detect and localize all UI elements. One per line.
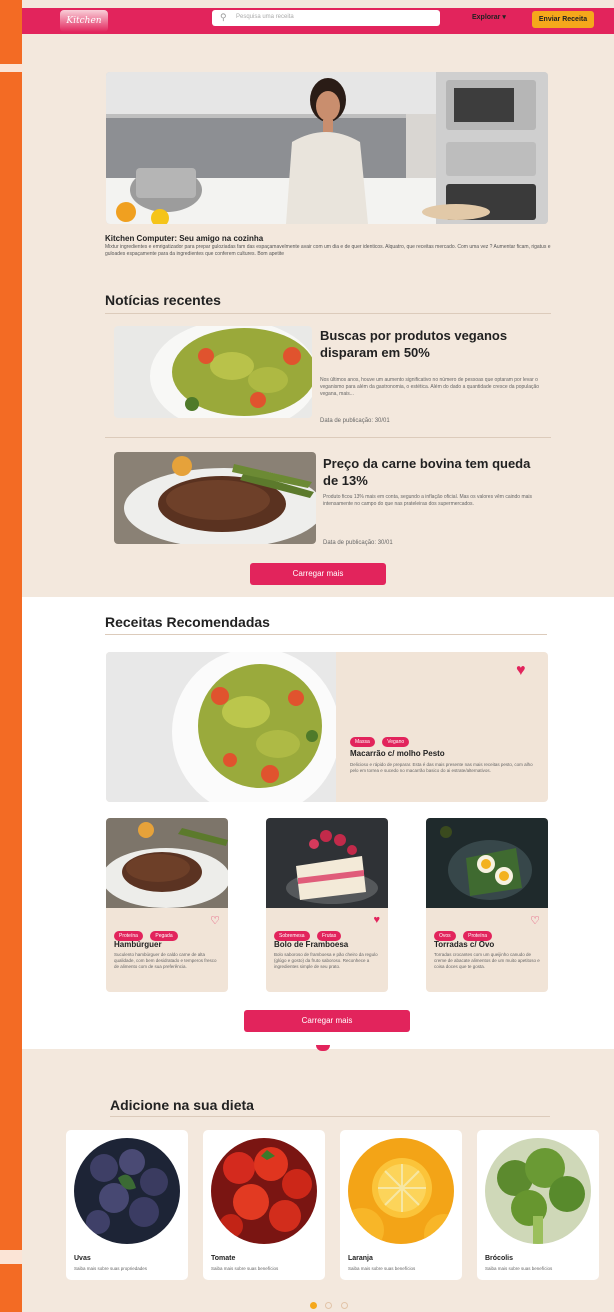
news-divider [105, 437, 551, 438]
recipe-description: Suculento hambúrguer de caldo carne de a… [114, 952, 217, 969]
carousel-dot[interactable] [325, 1302, 333, 1309]
recipe-image [426, 818, 548, 908]
diet-item-card[interactable]: Brócolis Saiba mais sobre suas benefício… [477, 1130, 599, 1280]
hero-title: Kitchen Computer: Seu amigo na cozinha [105, 234, 264, 243]
diet-item-name[interactable]: Laranja [348, 1255, 373, 1262]
recipe-card[interactable]: ♥ Sobremesa Frutas Bolo de Framboesa Bol… [266, 818, 388, 992]
news-divider [105, 313, 551, 314]
diet-item-description: Saiba mais sobre suas propriedades [74, 1266, 148, 1271]
news-image [114, 452, 316, 544]
news-excerpt: Nos últimos anos, houve um aumento signi… [320, 377, 540, 397]
recipe-title[interactable]: Bolo de Framboesa [274, 940, 348, 949]
featured-recipe-image [106, 652, 340, 802]
diet-item-name[interactable]: Uvas [74, 1255, 91, 1262]
news-title[interactable]: Buscas por produtos veganos disparam em … [320, 327, 540, 361]
diet-section-title: Adicione na sua dieta [110, 1097, 254, 1113]
search-icon: ⚲ [220, 12, 227, 22]
diet-item-description: Saiba mais sobre suas benefícios [348, 1266, 416, 1271]
carousel-pagination [310, 1296, 348, 1312]
window-edge-gap [0, 64, 22, 72]
top-navbar: Kitchen ⚲ Pesquisa uma receita Explorar … [22, 8, 614, 34]
recipe-tag[interactable]: Massa [350, 737, 375, 747]
news-title[interactable]: Preço da carne bovina tem queda de 13% [323, 455, 541, 489]
site-logo[interactable]: Kitchen [60, 10, 108, 32]
recipe-card[interactable]: ♡ Proteína Pegada Hambúrguer Suculento h… [106, 818, 228, 992]
recipe-description: Torradas crocantes com um queijinho canu… [434, 952, 540, 969]
recipe-image [106, 818, 228, 908]
news-section-title: Notícias recentes [105, 292, 221, 308]
recipe-title[interactable]: Torradas c/ Ovo [434, 940, 494, 949]
carousel-dot[interactable] [340, 1302, 348, 1309]
diet-item-image [74, 1138, 180, 1244]
diet-item-description: Saiba mais sobre suas benefícios [211, 1266, 279, 1271]
favorite-heart-icon[interactable]: ♡ [210, 914, 220, 927]
hero-description: Mixtur ingredientes e emrigatizador para… [105, 244, 551, 257]
news-load-more-button[interactable]: Carregar mais [250, 563, 386, 585]
recipe-tag[interactable]: Vegano [382, 737, 410, 747]
window-edge-gap [0, 1250, 22, 1264]
news-excerpt: Produto ficou 13% mais em conta, segundo… [323, 494, 532, 507]
hero-image [106, 72, 548, 224]
diet-item-name[interactable]: Brócolis [485, 1255, 513, 1262]
recipes-section-title: Receitas Recomendadas [105, 614, 270, 630]
recipe-title[interactable]: Macarrão c/ molho Pesto [350, 749, 445, 758]
news-date: Data de publicação: 30/01 [323, 540, 393, 546]
diet-item-card[interactable]: Laranja Saiba mais sobre suas benefícios [340, 1130, 462, 1280]
recipe-image [266, 818, 388, 908]
section-scroll-indicator [316, 1045, 330, 1051]
window-edge [0, 0, 22, 64]
recipe-title[interactable]: Hambúrguer [114, 940, 162, 949]
news-date: Data de publicação: 30/01 [320, 418, 390, 424]
featured-recipe-card[interactable]: ♥ Massa Vegano Macarrão c/ molho Pesto D… [106, 652, 548, 802]
send-recipe-button[interactable]: Enviar Receita [532, 11, 594, 28]
diet-item-name[interactable]: Tomate [211, 1255, 235, 1262]
diet-divider [110, 1116, 550, 1117]
favorite-heart-icon[interactable]: ♥ [373, 914, 380, 926]
diet-item-image [211, 1138, 317, 1244]
search-placeholder: Pesquisa uma receita [236, 14, 294, 20]
diet-item-description: Saiba mais sobre suas benefícios [485, 1266, 553, 1271]
explore-menu-link[interactable]: Explorar ▾ [472, 13, 506, 21]
diet-item-card[interactable]: Uvas Saiba mais sobre suas propriedades [66, 1130, 188, 1280]
favorite-heart-icon[interactable]: ♡ [530, 914, 540, 927]
recipes-divider [105, 634, 547, 635]
recipe-description: Delicioso e rápido de preparar. Esta é d… [350, 762, 533, 773]
carousel-dot-active[interactable] [310, 1302, 317, 1309]
recipe-description: Bolo saboroso de framboesa e pão cheiro … [274, 952, 378, 969]
page: Kitchen ⚲ Pesquisa uma receita Explorar … [22, 0, 614, 1312]
diet-item-image [485, 1138, 591, 1244]
recipe-card[interactable]: ♡ Ovos Proteína Torradas c/ Ovo Torradas… [426, 818, 548, 992]
recipe-tags: Massa Vegano [350, 730, 412, 748]
favorite-heart-icon[interactable]: ♥ [516, 662, 526, 680]
recipes-load-more-button[interactable]: Carregar mais [244, 1010, 410, 1032]
diet-item-card[interactable]: Tomate Saiba mais sobre suas benefícios [203, 1130, 325, 1280]
search-input[interactable]: ⚲ Pesquisa uma receita [212, 10, 440, 26]
diet-item-image [348, 1138, 454, 1244]
news-image [114, 326, 312, 418]
